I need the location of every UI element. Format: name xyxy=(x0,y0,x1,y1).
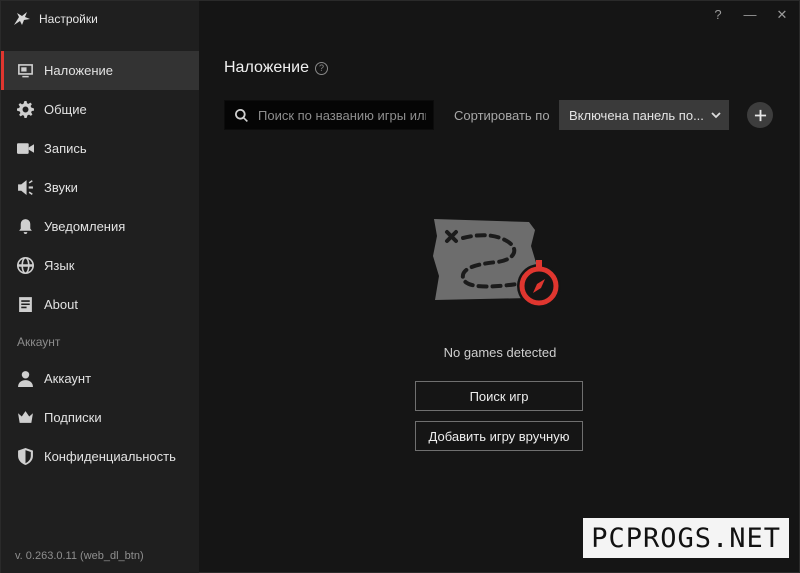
chevron-down-icon xyxy=(711,112,721,119)
sort-selected-value: Включена панель по... xyxy=(569,107,704,123)
sidebar-item-label: Подписки xyxy=(44,410,102,425)
sidebar-item-label: Конфиденциальность xyxy=(44,449,176,464)
sidebar-item-privacy[interactable]: Конфиденциальность xyxy=(1,437,199,476)
globe-icon xyxy=(17,257,34,274)
search-input[interactable] xyxy=(258,107,426,123)
info-icon xyxy=(17,296,34,313)
sidebar-nav: Наложение Общие Запись Звуки Уведомления… xyxy=(1,51,199,476)
sidebar-item-subscriptions[interactable]: Подписки xyxy=(1,398,199,437)
watermark: PCPROGS.NET xyxy=(583,518,789,558)
sidebar-item-label: Аккаунт xyxy=(44,371,92,386)
app-title: Настройки xyxy=(39,12,98,26)
sidebar-item-recording[interactable]: Запись xyxy=(1,129,199,168)
search-box[interactable] xyxy=(224,100,434,130)
search-icon xyxy=(235,108,248,122)
sidebar-item-label: Общие xyxy=(44,102,87,117)
help-circle-icon[interactable]: ? xyxy=(314,61,328,75)
add-game-button[interactable] xyxy=(747,102,773,128)
sidebar-item-label: About xyxy=(44,297,78,312)
add-game-manually-button[interactable]: Добавить игру вручную xyxy=(415,421,583,451)
app-header: Настройки xyxy=(13,10,98,28)
settings-window: Настройки Наложение Общие Запись Звуки У… xyxy=(0,0,800,573)
user-icon xyxy=(17,370,34,387)
sidebar: Настройки Наложение Общие Запись Звуки У… xyxy=(1,1,199,573)
sidebar-item-label: Звуки xyxy=(44,180,78,195)
plus-icon xyxy=(754,109,766,121)
sidebar-item-label: Язык xyxy=(44,258,75,273)
page-title-row: Наложение ? xyxy=(224,59,328,77)
shield-icon xyxy=(17,448,34,465)
sort-dropdown[interactable]: Включена панель по... xyxy=(559,100,729,130)
page-title: Наложение xyxy=(224,59,309,76)
account-section-header: Аккаунт xyxy=(17,334,61,349)
main-panel: Наложение ? Сортировать по Включена пане… xyxy=(199,1,799,572)
sort-label: Сортировать по xyxy=(454,107,550,123)
sidebar-item-language[interactable]: Язык xyxy=(1,246,199,285)
treasure-map-compass-icon xyxy=(433,219,561,308)
toolbar: Сортировать по Включена панель по... xyxy=(224,100,773,130)
crown-icon xyxy=(17,409,34,426)
sidebar-item-general[interactable]: Общие xyxy=(1,90,199,129)
sidebar-item-account[interactable]: Аккаунт xyxy=(1,359,199,398)
sidebar-item-label: Уведомления xyxy=(44,219,126,234)
sidebar-item-notifications[interactable]: Уведомления xyxy=(1,207,199,246)
version-label: v. 0.263.0.11 (web_dl_btn) xyxy=(15,550,144,562)
scan-games-button[interactable]: Поиск игр xyxy=(415,381,583,411)
bell-icon xyxy=(17,218,34,235)
speaker-icon xyxy=(17,179,34,196)
sidebar-item-overlay[interactable]: Наложение xyxy=(1,51,199,90)
overlay-icon xyxy=(17,62,34,79)
empty-state-message: No games detected xyxy=(443,345,557,360)
sidebar-item-label: Запись xyxy=(44,141,87,156)
sidebar-item-sounds[interactable]: Звуки xyxy=(1,168,199,207)
wolf-logo-icon xyxy=(14,12,30,25)
sidebar-item-label: Наложение xyxy=(44,63,114,78)
gear-icon xyxy=(17,101,34,118)
camera-icon xyxy=(17,140,34,157)
sidebar-item-about[interactable]: About xyxy=(1,285,199,324)
